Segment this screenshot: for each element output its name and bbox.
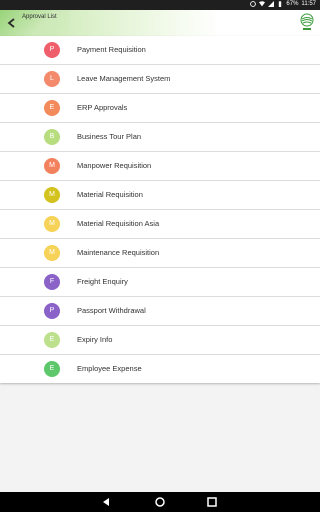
item-letter-avatar: E: [44, 100, 60, 116]
item-letter-avatar: P: [44, 42, 60, 58]
nav-home-icon[interactable]: [154, 496, 166, 508]
list-item[interactable]: M Material Requisition Asia: [0, 210, 320, 239]
item-letter-avatar: P: [44, 303, 60, 319]
approval-list: P Payment Requisition L Leave Management Sy…: [0, 36, 320, 383]
battery-icon: [279, 1, 282, 7]
back-arrow-icon[interactable]: [6, 17, 18, 29]
status-bar: 67% 11:57: [0, 0, 320, 10]
item-letter-avatar: M: [44, 158, 60, 174]
item-label: Maintenance Requisition: [77, 248, 160, 257]
navigation-bar: [0, 492, 320, 512]
item-letter-avatar: L: [44, 71, 60, 87]
nav-recents-icon[interactable]: [206, 496, 218, 508]
list-item[interactable]: L Leave Management System: [0, 65, 320, 94]
item-label: Business Tour Plan: [77, 132, 142, 141]
list-item[interactable]: E Employee Expense: [0, 355, 320, 383]
list-item[interactable]: M Material Requisition: [0, 181, 320, 210]
item-letter-avatar: M: [44, 187, 60, 203]
list-item[interactable]: M Maintenance Requisition: [0, 239, 320, 268]
item-letter-avatar: M: [44, 245, 60, 261]
item-label: Material Requisition: [77, 190, 143, 199]
item-label: Expiry Info: [77, 335, 113, 344]
signal-icon: [268, 1, 275, 7]
item-letter-avatar: F: [44, 274, 60, 290]
item-letter-avatar: M: [44, 216, 60, 232]
item-label: Passport Withdrawal: [77, 306, 146, 315]
clock: 11:57: [301, 1, 316, 7]
list-item[interactable]: P Passport Withdrawal: [0, 297, 320, 326]
list-item[interactable]: B Business Tour Plan: [0, 123, 320, 152]
app-bar: Approval List: [0, 10, 320, 36]
nav-back-icon[interactable]: [100, 496, 112, 508]
item-label: Freight Enquiry: [77, 277, 128, 286]
item-label: Material Requisition Asia: [77, 219, 160, 228]
item-letter-avatar: B: [44, 129, 60, 145]
item-label: ERP Approvals: [77, 103, 128, 112]
item-label: Employee Expense: [77, 364, 142, 373]
list-item[interactable]: M Manpower Requisition: [0, 152, 320, 181]
item-letter-avatar: E: [44, 332, 60, 348]
item-label: Payment Requisition: [77, 45, 146, 54]
wifi-icon: [259, 1, 266, 7]
item-label: Leave Management System: [77, 74, 171, 83]
list-item[interactable]: E Expiry Info: [0, 326, 320, 355]
list-item[interactable]: F Freight Enquiry: [0, 268, 320, 297]
item-label: Manpower Requisition: [77, 161, 152, 170]
data-saver-icon: [250, 1, 257, 7]
page-title: Approval List: [22, 14, 57, 20]
item-letter-avatar: E: [44, 361, 60, 377]
list-item[interactable]: P Payment Requisition: [0, 36, 320, 65]
list-item[interactable]: E ERP Approvals: [0, 94, 320, 123]
company-logo: [300, 13, 314, 30]
battery-percent: 67%: [286, 1, 299, 7]
